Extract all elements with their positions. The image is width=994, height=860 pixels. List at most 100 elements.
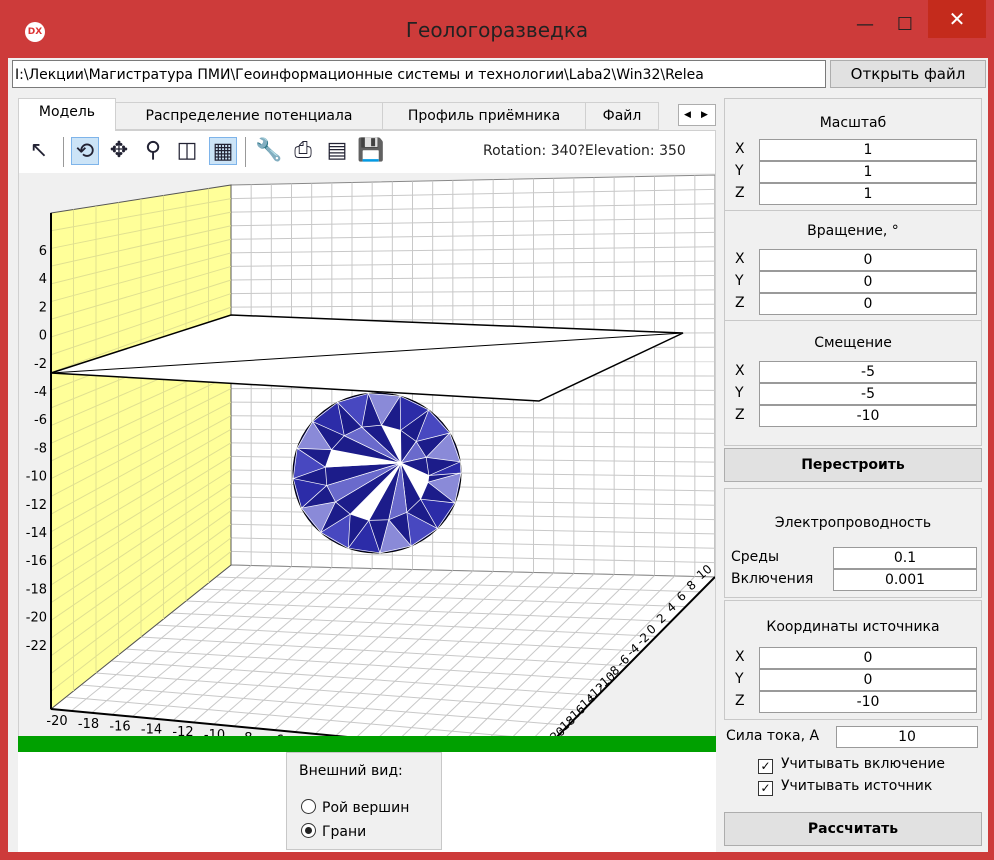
- scale-x-input[interactable]: 1: [759, 139, 977, 161]
- offset-z-input[interactable]: -10: [759, 405, 977, 427]
- rotation-group: Вращение, ° X0 Y0 Z0: [724, 210, 982, 322]
- print-icon[interactable]: ⎙: [289, 137, 317, 165]
- y-tick-label: 2: [39, 300, 47, 315]
- y-tick-label: 4: [39, 272, 47, 287]
- axis-label: X: [735, 363, 745, 379]
- tab-model[interactable]: Модель: [18, 98, 116, 131]
- y-tick-label: -18: [26, 582, 47, 597]
- checkmark-icon[interactable]: ✓: [758, 781, 773, 796]
- rebuild-button[interactable]: Перестроить: [724, 448, 982, 482]
- scroll-right-icon[interactable]: ▶: [696, 105, 713, 125]
- source-x-input[interactable]: 0: [759, 647, 977, 669]
- include-inclusion-checkbox[interactable]: ✓ Учитывать включение: [758, 756, 945, 774]
- calculate-button[interactable]: Рассчитать: [724, 812, 982, 846]
- toolbar-separator: [245, 137, 246, 167]
- offset-title: Смещение: [814, 335, 892, 351]
- close-icon[interactable]: ✕: [928, 0, 986, 38]
- data-icon[interactable]: ▤: [323, 137, 351, 165]
- scale-z-input[interactable]: 1: [759, 183, 977, 205]
- current-input[interactable]: 10: [836, 726, 978, 748]
- view3d-icon[interactable]: ▦: [209, 137, 237, 165]
- offset-y-row: Y -5: [725, 383, 981, 405]
- rotation-x-input[interactable]: 0: [759, 249, 977, 271]
- current-row: Сила тока, А 10: [724, 726, 982, 748]
- radio-faces-label: Грани: [322, 824, 367, 840]
- radio-vertices[interactable]: Рой вершин: [301, 799, 409, 816]
- conductivity-inclusion-row: Включения 0.001: [725, 569, 981, 591]
- axis-label: Y: [735, 385, 744, 401]
- conductivity-medium-row: Среды 0.1: [725, 547, 981, 569]
- axis-label: Y: [735, 671, 744, 687]
- tab-potential[interactable]: Распределение потенциала: [115, 102, 383, 130]
- x-tick-label: -20: [46, 714, 67, 729]
- scale-group: Масштаб X1 Y1 Z1: [724, 98, 982, 212]
- checkmark-icon[interactable]: ✓: [758, 759, 773, 774]
- axis-label: X: [735, 649, 745, 665]
- scroll-left-icon[interactable]: ◀: [679, 105, 696, 125]
- axis-label: Z: [735, 295, 745, 311]
- model-panel: ↖ ⟲ ✥ ⚲ ◫ ▦ 🔧 ⎙ ▤ 💾 Rotation: 340?Elevat…: [18, 130, 717, 771]
- tab-receiver-profile[interactable]: Профиль приёмника: [382, 102, 586, 130]
- radio-faces[interactable]: Грани: [301, 823, 366, 840]
- depth-icon[interactable]: ◫: [173, 137, 201, 165]
- bottom-area: Внешний вид: Рой вершин Грани: [18, 752, 716, 852]
- inclusion-input[interactable]: 0.001: [833, 569, 977, 591]
- rotation-x-row: X0: [725, 249, 981, 271]
- source-y-input[interactable]: 0: [759, 669, 977, 691]
- offset-z-row: Z -10: [725, 405, 981, 427]
- chart-3d: 6 4 2 0 -2 -4 -6 -8 -10 -12 -14 -16 -18 -20 -22 -20 -18…: [26, 174, 717, 771]
- chart-area[interactable]: 6 4 2 0 -2 -4 -6 -8 -10 -12 -14 -16 -18 -20 -22 -20 -18…: [19, 173, 717, 771]
- x-tick-label: -16: [109, 720, 130, 735]
- rotation-z-input[interactable]: 0: [759, 293, 977, 315]
- y-tick-label: -20: [26, 611, 47, 626]
- rotation-y-input[interactable]: 0: [759, 271, 977, 293]
- radio-selected-icon[interactable]: [301, 823, 316, 838]
- rotation-y-row: Y0: [725, 271, 981, 293]
- app-window: DX Геологоразведка — ☐ ✕ I:\Лекции\Магис…: [0, 0, 994, 860]
- offset-y-input[interactable]: -5: [759, 383, 977, 405]
- radio-unselected-icon[interactable]: [301, 799, 316, 814]
- title-bar[interactable]: DX Геологоразведка — ☐ ✕: [0, 0, 994, 58]
- medium-input[interactable]: 0.1: [833, 547, 977, 569]
- tab-scroll-buttons[interactable]: ◀ ▶: [678, 104, 716, 126]
- zoom-icon[interactable]: ⚲: [139, 137, 167, 165]
- axis-label: Y: [735, 163, 744, 179]
- window-title: Геологоразведка: [405, 18, 589, 42]
- minimize-icon[interactable]: —: [848, 10, 882, 40]
- y-tick-label: -14: [26, 526, 47, 541]
- offset-x-input[interactable]: -5: [759, 361, 977, 383]
- inclusion-sphere: [292, 392, 462, 554]
- settings-panel: Масштаб X1 Y1 Z1 Вращение, ° X0 Y0 Z0 См…: [720, 98, 988, 852]
- source-y-row: Y0: [725, 669, 981, 691]
- y-tick-label: -16: [26, 554, 47, 569]
- source-group: Координаты источника X0 Y0 Z -10: [724, 600, 982, 720]
- move-icon[interactable]: ✥: [105, 137, 133, 165]
- axis-label: Y: [735, 273, 744, 289]
- open-file-button[interactable]: Открыть файл: [830, 60, 986, 88]
- axis-label: X: [735, 141, 745, 157]
- conductivity-group: Электропроводность Среды 0.1 Включения 0…: [724, 488, 982, 598]
- rotation-title: Вращение, °: [807, 223, 899, 239]
- pointer-icon[interactable]: ↖: [25, 137, 53, 165]
- y-tick-label: 6: [39, 244, 47, 259]
- source-z-input[interactable]: -10: [759, 691, 977, 713]
- x-tick-label: -18: [78, 717, 99, 732]
- current-label: Сила тока, А: [726, 728, 820, 744]
- progress-bar: [18, 736, 716, 752]
- scale-z-row: Z1: [725, 183, 981, 205]
- maximize-icon[interactable]: ☐: [888, 10, 922, 40]
- chart-toolbar: ↖ ⟲ ✥ ⚲ ◫ ▦ 🔧 ⎙ ▤ 💾 Rotation: 340?Elevat…: [19, 131, 715, 171]
- save-icon[interactable]: 💾: [357, 137, 385, 165]
- y-tick-label: -4: [34, 385, 47, 400]
- axis-label: X: [735, 251, 745, 267]
- include-source-checkbox[interactable]: ✓ Учитывать источник: [758, 778, 932, 796]
- file-path-field[interactable]: I:\Лекции\Магистратура ПМИ\Геоинформацио…: [12, 60, 826, 88]
- toolbar-separator: [63, 137, 64, 167]
- appearance-title: Внешний вид:: [299, 763, 403, 779]
- edit-icon[interactable]: 🔧: [255, 137, 283, 165]
- tab-file[interactable]: Файл: [585, 102, 659, 130]
- scale-y-input[interactable]: 1: [759, 161, 977, 183]
- source-x-row: X0: [725, 647, 981, 669]
- source-title: Координаты источника: [766, 619, 940, 635]
- rotate-icon[interactable]: ⟲: [71, 137, 99, 165]
